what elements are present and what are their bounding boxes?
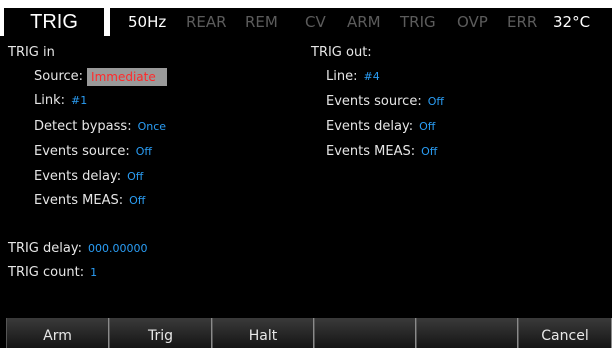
- trig-out-events-meas-value[interactable]: Off: [421, 145, 437, 158]
- indicator-temperature: 32°C: [553, 13, 591, 31]
- trig-out-line-value[interactable]: #4: [363, 70, 379, 83]
- trig-out-heading: TRIG out:: [311, 45, 372, 60]
- trig-in-events-meas-value[interactable]: Off: [129, 194, 145, 207]
- trig-out-events-meas-label: Events MEAS:: [326, 144, 416, 159]
- softkey-5-button[interactable]: [416, 318, 518, 348]
- indicator-trig: TRIG: [400, 13, 436, 31]
- trig-delay-row: TRIG delay: 000.00000: [8, 240, 147, 258]
- trig-in-source-field[interactable]: Immediate: [87, 68, 168, 86]
- indicator-line-frequency: 50Hz: [128, 13, 167, 31]
- softkey-bar: Arm Trig Halt Cancel: [0, 318, 612, 348]
- trig-in-link-value[interactable]: #1: [71, 94, 87, 107]
- trig-delay-value[interactable]: 000.00000: [88, 242, 148, 255]
- trig-settings-panel: TRIG in Source: Immediate Link: #1 Detect …: [0, 36, 612, 318]
- trig-in-events-delay-label: Events delay:: [34, 169, 122, 184]
- indicator-cv: CV: [305, 13, 326, 31]
- trig-delay-label: TRIG delay:: [8, 241, 82, 256]
- softkey-arm-button[interactable]: Arm: [6, 318, 109, 348]
- trig-out-events-meas-row: Events MEAS: Off: [326, 143, 437, 161]
- trig-in-detect-bypass-row: Detect bypass: Once: [34, 118, 166, 136]
- trig-count-value[interactable]: 1: [90, 266, 97, 279]
- trig-out-line-label: Line:: [326, 69, 358, 84]
- trig-in-detect-bypass-label: Detect bypass:: [34, 119, 132, 134]
- trig-count-row: TRIG count: 1: [8, 264, 97, 282]
- trig-in-detect-bypass-value[interactable]: Once: [138, 120, 166, 133]
- trig-out-events-source-row: Events source: Off: [326, 93, 444, 111]
- trig-in-events-source-label: Events source:: [34, 144, 130, 159]
- softkey-halt-button[interactable]: Halt: [212, 318, 314, 348]
- trig-in-source-label: Source:: [34, 69, 84, 84]
- trig-in-events-delay-value[interactable]: Off: [127, 170, 143, 183]
- indicator-rear: REAR: [186, 13, 227, 31]
- screen-title: TRIG: [4, 8, 104, 36]
- trig-in-events-source-row: Events source: Off: [34, 143, 152, 161]
- indicator-ovp: OVP: [457, 13, 488, 31]
- indicator-arm: ARM: [347, 13, 381, 31]
- trig-out-events-delay-value[interactable]: Off: [419, 120, 435, 133]
- instrument-screen: TRIG 50Hz REAR REM CV ARM TRIG OVP ERR 3…: [0, 0, 612, 348]
- trig-in-link-row: Link: #1: [34, 92, 87, 110]
- trig-out-events-delay-row: Events delay: Off: [326, 118, 435, 136]
- trig-out-events-delay-label: Events delay:: [326, 119, 414, 134]
- trig-count-label: TRIG count:: [8, 265, 85, 280]
- trig-out-events-source-label: Events source:: [326, 94, 422, 109]
- softkey-4-button[interactable]: [314, 318, 416, 348]
- status-indicators: 50Hz REAR REM CV ARM TRIG OVP ERR 32°C: [110, 8, 612, 36]
- trig-in-source-row: Source: Immediate: [34, 68, 168, 86]
- indicator-remote: REM: [245, 13, 278, 31]
- trig-in-heading: TRIG in: [8, 45, 55, 60]
- trig-in-link-label: Link:: [34, 93, 66, 108]
- indicator-error: ERR: [507, 13, 538, 31]
- trig-in-events-source-value[interactable]: Off: [136, 145, 152, 158]
- trig-in-events-meas-row: Events MEAS: Off: [34, 192, 145, 210]
- status-bar: TRIG 50Hz REAR REM CV ARM TRIG OVP ERR 3…: [0, 0, 612, 36]
- trig-out-line-row: Line: #4: [326, 68, 380, 86]
- softkey-trig-button[interactable]: Trig: [109, 318, 212, 348]
- trig-in-events-meas-label: Events MEAS:: [34, 193, 124, 208]
- trig-out-events-source-value[interactable]: Off: [428, 95, 444, 108]
- trig-in-events-delay-row: Events delay: Off: [34, 168, 143, 186]
- softkey-cancel-button[interactable]: Cancel: [518, 318, 612, 348]
